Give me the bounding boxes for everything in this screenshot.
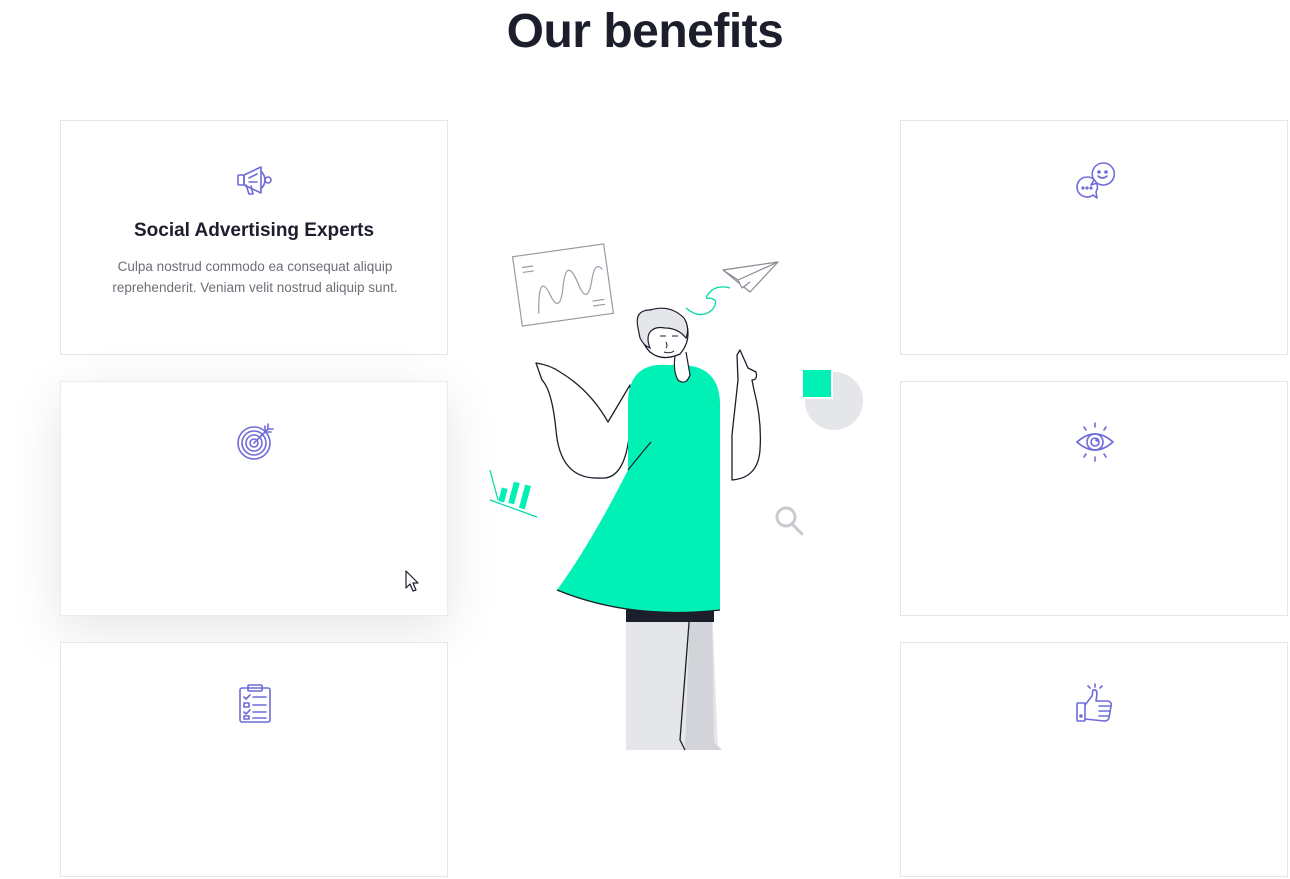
chat-bubbles-icon	[1075, 161, 1115, 201]
benefit-card-chat[interactable]	[900, 120, 1288, 355]
benefit-card-approval[interactable]	[900, 642, 1288, 877]
card-description: Culpa nostrud commodo ea consequat aliqu…	[112, 259, 398, 295]
benefit-card-vision[interactable]	[900, 381, 1288, 616]
megaphone-icon	[235, 161, 275, 201]
mouse-cursor-icon	[405, 570, 419, 592]
card-title: Social Advertising Experts	[133, 220, 375, 241]
bar-chart-icon	[489, 469, 538, 518]
section-title: Our benefits	[506, 5, 784, 58]
benefit-card-social-advertising[interactable]: Social Advertising Experts Culpa nostrud…	[60, 120, 448, 355]
plane-trail	[685, 286, 731, 316]
benefit-card-targeting[interactable]	[60, 381, 448, 616]
benefit-card-checklist[interactable]	[60, 642, 448, 877]
hero-illustration	[489, 243, 863, 751]
eye-icon	[1075, 422, 1115, 462]
paper-plane-icon	[722, 261, 779, 293]
thumbs-up-icon	[1075, 683, 1115, 723]
target-icon	[235, 422, 275, 462]
person-figure	[535, 307, 762, 751]
clipboard-icon	[235, 683, 275, 723]
chart-card-icon	[511, 243, 615, 327]
magnifier-icon	[775, 506, 804, 536]
pie-chart-icon	[803, 370, 863, 430]
